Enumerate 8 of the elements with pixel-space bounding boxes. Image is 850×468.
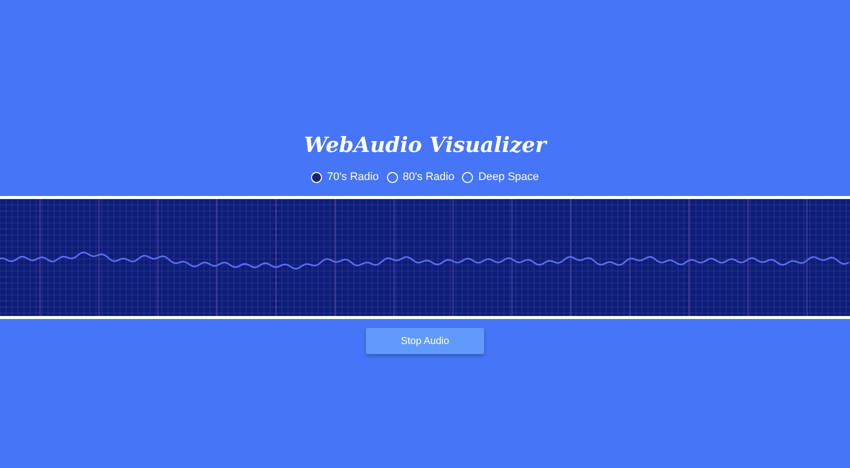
radio-label: Deep Space bbox=[478, 170, 539, 185]
theme-radio[interactable]: 70's Radio bbox=[311, 168, 379, 186]
radio-label: 80's Radio bbox=[402, 170, 454, 185]
theme-radio[interactable]: Deep Space bbox=[462, 168, 539, 186]
radio-label: 70's Radio bbox=[327, 170, 379, 185]
page-title: WebAudio Visualizer bbox=[304, 131, 546, 159]
stop-audio-button[interactable]: Stop Audio bbox=[366, 328, 484, 354]
theme-radio[interactable]: 80's Radio bbox=[386, 168, 454, 186]
